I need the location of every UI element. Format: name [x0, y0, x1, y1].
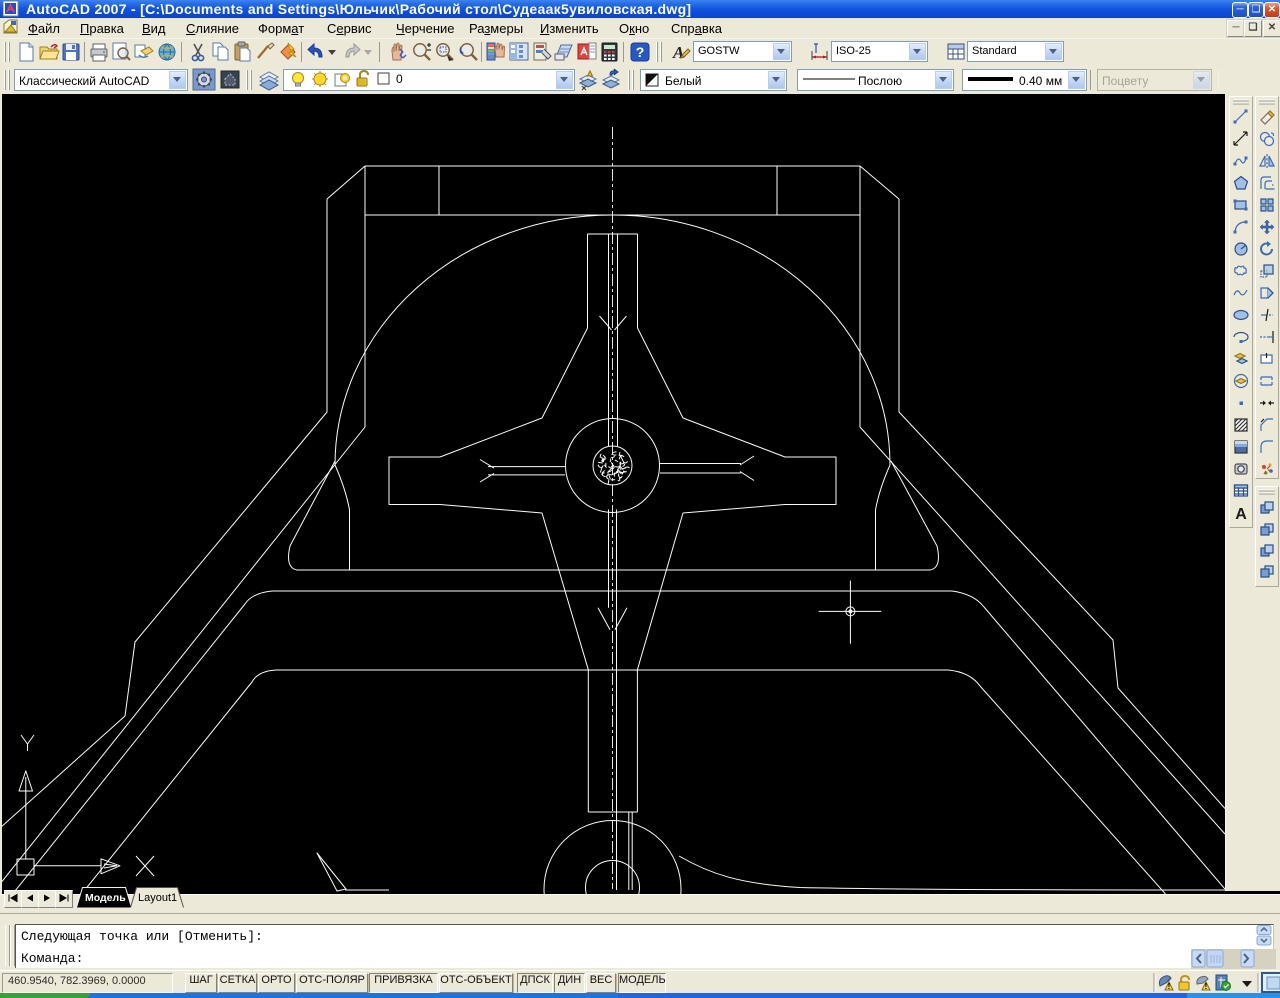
svg-text:?: ?	[636, 44, 645, 60]
svg-text:Модель: Модель	[85, 892, 126, 904]
svg-text:!: !	[1205, 982, 1208, 991]
svg-text:A: A	[1235, 506, 1247, 523]
svg-text:!: !	[1168, 982, 1171, 991]
svg-text:Layout1: Layout1	[138, 892, 177, 904]
svg-text:A: A	[672, 43, 684, 62]
svg-text:0: 0	[396, 72, 403, 86]
